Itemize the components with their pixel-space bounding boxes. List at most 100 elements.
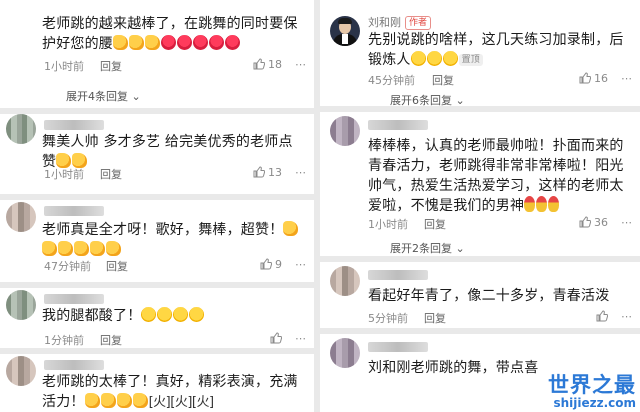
laugh-emoji-icon xyxy=(189,307,205,322)
medal-emoji-icon xyxy=(536,196,548,212)
author-badge: 作者 xyxy=(405,16,432,30)
avatar[interactable] xyxy=(330,266,360,296)
comment-meta: 45分钟前 回复 16 ⋯ xyxy=(368,72,632,88)
comment-meta: 1分钟前 回复 ⋯ xyxy=(44,332,306,348)
thumb-emoji-icon xyxy=(283,221,299,236)
avatar[interactable] xyxy=(6,290,36,320)
expand-replies-link[interactable]: 展开4条回复 ⌄ xyxy=(66,88,141,104)
fire-emoji-text: [火][火][火] xyxy=(148,395,214,410)
rose-emoji-icon xyxy=(209,35,224,50)
more-options-icon[interactable]: ⋯ xyxy=(295,258,306,271)
comment-time: 5分钟前 xyxy=(368,312,408,325)
username-blurred xyxy=(368,342,428,352)
comment-item: 老师跳的越来越棒了，在跳舞的同时要保护好您的腰 1小时前 回复 18 ⋯ 展开4… xyxy=(0,0,314,108)
reply-button[interactable]: 回复 xyxy=(100,166,122,182)
like-button[interactable]: 9 xyxy=(260,258,282,271)
avatar[interactable] xyxy=(6,356,36,386)
laugh-emoji-icon xyxy=(442,51,458,66)
avatar[interactable] xyxy=(6,114,36,144)
author-avatar[interactable] xyxy=(330,16,360,46)
rose-emoji-icon xyxy=(177,35,192,50)
thumb-emoji-icon xyxy=(84,393,100,408)
author-username[interactable]: 刘和刚 作者 xyxy=(368,14,432,30)
thumb-emoji-icon xyxy=(132,393,148,408)
left-comment-panel: 老师跳的越来越棒了，在跳舞的同时要保护好您的腰 1小时前 回复 18 ⋯ 展开4… xyxy=(0,0,314,412)
chevron-down-icon: ⌄ xyxy=(131,90,141,103)
more-options-icon[interactable]: ⋯ xyxy=(295,332,306,345)
comment-meta: 1小时前 回复 36 ⋯ xyxy=(368,216,632,232)
comment-time: 47分钟前 xyxy=(44,260,91,273)
comment-meta: 1小时前 回复 13 ⋯ xyxy=(44,166,306,182)
emoji-row xyxy=(524,196,560,214)
like-button[interactable]: 36 xyxy=(579,216,608,229)
like-button[interactable]: 13 xyxy=(253,166,282,179)
thumb-emoji-icon xyxy=(113,35,128,50)
laugh-emoji-icon xyxy=(426,51,442,66)
reply-button[interactable]: 回复 xyxy=(424,310,446,326)
rose-emoji-icon xyxy=(225,35,240,50)
more-options-icon[interactable]: ⋯ xyxy=(621,310,632,323)
thumb-emoji-icon xyxy=(42,241,57,256)
username-blurred xyxy=(44,120,104,130)
reply-button[interactable]: 回复 xyxy=(432,72,454,88)
comment-time: 45分钟前 xyxy=(368,74,415,87)
thumb-emoji-icon xyxy=(74,241,89,256)
avatar[interactable] xyxy=(330,116,360,146)
comment-item: 舞美人帅 多才多艺 给完美优秀的老师点赞 1小时前 回复 13 ⋯ xyxy=(0,114,314,194)
thumbs-up-icon xyxy=(579,72,591,84)
avatar[interactable] xyxy=(6,202,36,232)
watermark-title: 世界之最 xyxy=(548,373,636,397)
like-button[interactable]: 16 xyxy=(579,72,608,85)
more-options-icon[interactable]: ⋯ xyxy=(621,216,632,229)
comment-text: 老师跳的越来越棒了，在跳舞的同时要保护好您的腰 xyxy=(42,16,298,52)
reply-button[interactable]: 回复 xyxy=(106,258,128,274)
comment-item: 老师跳的太棒了！真好，精彩表演，充满活力！ [火][火][火] xyxy=(0,354,314,412)
thumb-emoji-icon xyxy=(116,393,132,408)
comment-time: 1小时前 xyxy=(44,60,84,73)
avatar[interactable] xyxy=(330,338,360,368)
comment-item: 我的腿都酸了！ 1分钟前 回复 ⋯ xyxy=(0,288,314,348)
reply-button[interactable]: 回复 xyxy=(100,332,122,348)
pinned-badge: 置顶 xyxy=(458,54,484,66)
comment-time: 1小时前 xyxy=(368,218,408,231)
like-button[interactable]: 18 xyxy=(253,58,282,71)
username-blurred xyxy=(368,120,428,130)
more-options-icon[interactable]: ⋯ xyxy=(621,72,632,85)
rose-emoji-icon xyxy=(161,35,176,50)
thumbs-up-icon xyxy=(253,166,265,178)
medal-emoji-icon xyxy=(548,196,560,212)
emoji-row xyxy=(141,307,205,324)
thumb-emoji-icon xyxy=(100,393,116,408)
username-blurred xyxy=(44,206,104,216)
reply-button[interactable]: 回复 xyxy=(100,58,122,74)
emoji-row xyxy=(84,393,149,410)
like-count: 18 xyxy=(268,58,282,71)
expand-replies-link[interactable]: 展开2条回复 ⌄ xyxy=(390,240,465,256)
comment-item: 刘和刚 作者 先别说跳的啥样，这几天练习加录制，后锻炼人 置顶 45分钟前 回复 1… xyxy=(320,0,640,107)
like-button[interactable] xyxy=(596,310,609,323)
more-options-icon[interactable]: ⋯ xyxy=(295,58,306,71)
laugh-emoji-icon xyxy=(410,51,426,66)
like-button[interactable] xyxy=(270,332,283,345)
comment-text: 看起好年青了，像二十多岁，青春活泼 xyxy=(368,288,610,304)
like-count: 13 xyxy=(268,166,282,179)
like-count: 16 xyxy=(594,72,608,85)
comment-item: 老师真是全才呀！歌好，舞棒，超赞！ 47分钟前 回复 9 ⋯ xyxy=(0,200,314,282)
comment-text: 老师跳的太棒了！真好，精彩表演，充满活力！ [火][火][火] xyxy=(42,372,306,412)
right-comment-panel: 刘和刚 作者 先别说跳的啥样，这几天练习加录制，后锻炼人 置顶 45分钟前 回复 1… xyxy=(320,0,640,412)
more-options-icon[interactable]: ⋯ xyxy=(295,166,306,179)
comment-meta: 1小时前 回复 18 ⋯ xyxy=(44,58,306,74)
thumb-emoji-icon xyxy=(90,241,105,256)
comment-time: 1小时前 xyxy=(44,168,84,181)
emoji-row xyxy=(410,51,459,68)
reply-button[interactable]: 回复 xyxy=(424,216,446,232)
thumbs-up-icon xyxy=(270,332,283,344)
thumbs-up-icon xyxy=(253,58,265,70)
thumb-emoji-icon xyxy=(58,241,73,256)
like-count: 9 xyxy=(275,258,282,271)
comment-item: 棒棒棒，认真的老师最帅啦！扑面而来的青春活力，老师跳得非常非常棒啦！阳光帅气，热… xyxy=(320,112,640,256)
comment-meta: 47分钟前 回复 9 ⋯ xyxy=(44,258,306,274)
comment-text: 先别说跳的啥样，这几天练习加录制，后锻炼人 置顶 xyxy=(368,32,624,68)
chevron-down-icon: ⌄ xyxy=(455,242,465,255)
site-watermark: 世界之最 shijiezz.com xyxy=(548,369,636,410)
